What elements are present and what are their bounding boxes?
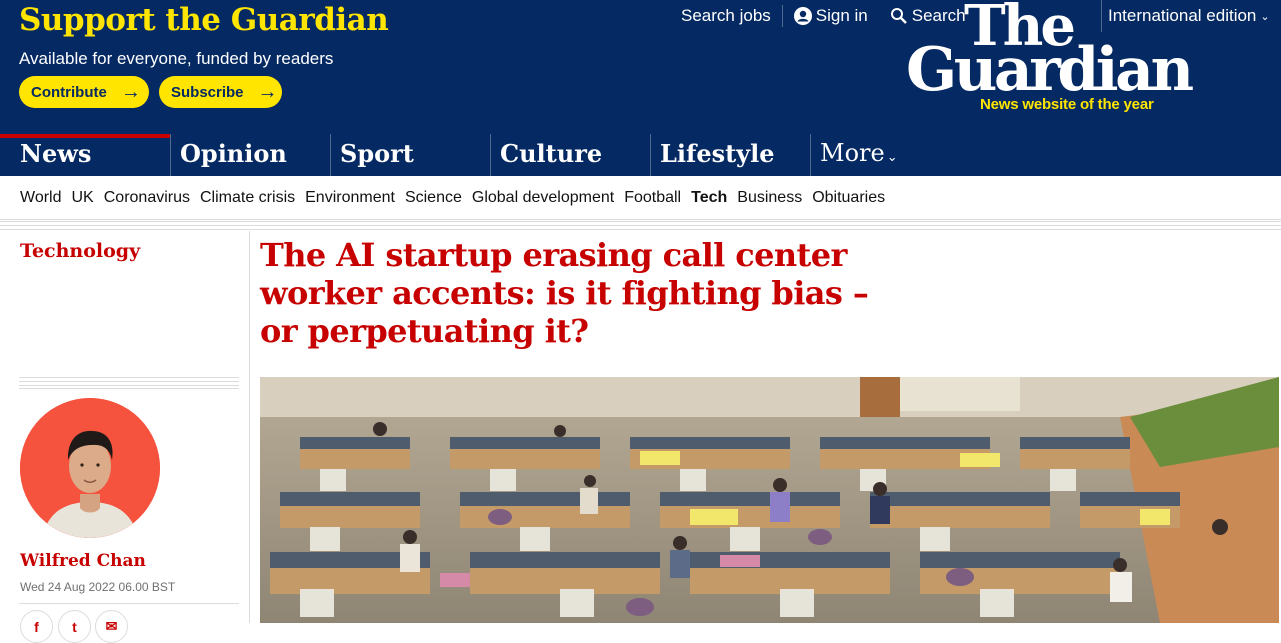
twitter-share-button[interactable]: t xyxy=(58,610,91,643)
subnav-football[interactable]: Football xyxy=(624,189,681,207)
twitter-icon: t xyxy=(72,618,77,635)
left-rule xyxy=(19,377,239,389)
search-jobs-label: Search jobs xyxy=(681,6,771,25)
subnav-obituaries[interactable]: Obituaries xyxy=(812,189,885,207)
subnav-global-development[interactable]: Global development xyxy=(472,189,614,207)
pillar-more-label: More xyxy=(820,139,885,167)
subnav-world[interactable]: World xyxy=(20,189,62,207)
facebook-share-button[interactable]: f xyxy=(20,610,53,643)
subnav-business[interactable]: Business xyxy=(737,189,802,207)
contribute-button[interactable]: Contribute → xyxy=(19,76,149,108)
section-rule xyxy=(0,221,1281,230)
subnav-climate-crisis[interactable]: Climate crisis xyxy=(200,189,295,207)
logo-guardian: Guardian xyxy=(906,35,1194,105)
article-headline: The AI startup erasing call center worke… xyxy=(260,236,869,350)
meta-divider xyxy=(19,603,239,604)
email-icon: ✉ xyxy=(105,618,118,634)
pillar-lifestyle[interactable]: Lifestyle xyxy=(650,134,810,176)
logo-tagline: News website of the year xyxy=(980,96,1154,113)
subnav-coronavirus[interactable]: Coronavirus xyxy=(104,189,190,207)
subnav-science[interactable]: Science xyxy=(405,189,462,207)
pillar-nav: News Opinion Sport Culture Lifestyle Mor… xyxy=(0,134,1281,176)
arrow-right-icon: → xyxy=(257,81,278,103)
support-subtitle: Available for everyone, funded by reader… xyxy=(19,49,334,68)
section-label[interactable]: Technology xyxy=(20,240,140,262)
pillar-news[interactable]: News xyxy=(0,134,170,176)
pillar-more[interactable]: More ⌄ xyxy=(810,134,1010,176)
sub-nav: World UK Coronavirus Climate crisis Envi… xyxy=(0,176,1281,220)
pillar-spacer xyxy=(1010,134,1281,176)
chevron-down-icon: ⌄ xyxy=(1260,10,1270,23)
pillar-sport[interactable]: Sport xyxy=(330,134,490,176)
subnav-uk[interactable]: UK xyxy=(72,189,94,207)
subnav-environment[interactable]: Environment xyxy=(305,189,395,207)
subnav-tech[interactable]: Tech xyxy=(691,189,727,207)
chevron-down-icon: ⌄ xyxy=(886,149,898,164)
author-photo xyxy=(20,398,160,538)
sign-in-label: Sign in xyxy=(815,6,868,25)
avatar xyxy=(20,398,160,538)
header: Support the Guardian Available for every… xyxy=(0,0,1281,134)
facebook-icon: f xyxy=(34,618,39,635)
support-title: Support the Guardian xyxy=(19,2,389,38)
column-divider xyxy=(249,231,250,623)
arrow-right-icon: → xyxy=(120,81,141,103)
guardian-logo[interactable]: The Guardian News website of the year xyxy=(906,0,1206,118)
search-jobs-link[interactable]: Search jobs xyxy=(670,4,782,28)
pillar-culture[interactable]: Culture xyxy=(490,134,650,176)
hero-image xyxy=(260,377,1279,623)
call-center-photo xyxy=(260,377,1279,623)
subscribe-label: Subscribe xyxy=(171,83,244,101)
author-name[interactable]: Wilfred Chan xyxy=(20,551,146,571)
subscribe-button[interactable]: Subscribe → xyxy=(159,76,282,108)
pillar-opinion[interactable]: Opinion xyxy=(170,134,330,176)
sign-in-link[interactable]: Sign in xyxy=(783,4,879,28)
user-icon xyxy=(793,7,812,25)
publish-date: Wed 24 Aug 2022 06.00 BST xyxy=(20,580,176,594)
contribute-label: Contribute xyxy=(31,83,107,101)
email-share-button[interactable]: ✉ xyxy=(95,610,128,643)
